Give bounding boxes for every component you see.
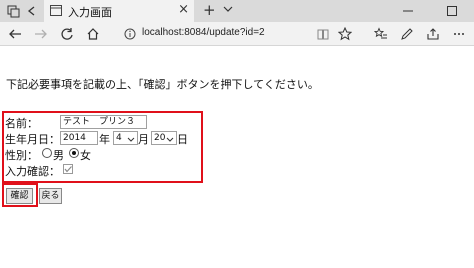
minimize-icon[interactable]	[386, 0, 430, 22]
name-field[interactable]: テスト プリン３	[60, 115, 147, 129]
confirm-button[interactable]: 確認	[6, 188, 33, 204]
title-bar: 入力画面 × +	[0, 0, 474, 22]
check-icon	[64, 166, 72, 173]
share-icon[interactable]	[424, 25, 442, 43]
gender-female-radio[interactable]	[69, 148, 79, 158]
instruction-text: 下記必要事項を記載の上、「確認」ボタンを押下してください。	[6, 78, 319, 91]
more-menu-icon[interactable]	[450, 25, 468, 43]
day-unit: 日	[177, 133, 188, 146]
gender-female-label: 女	[80, 149, 91, 162]
gender-label: 性別：	[5, 149, 38, 162]
info-icon[interactable]	[124, 28, 136, 43]
birthdate-label: 生年月日：	[5, 133, 60, 146]
confirm-checkbox[interactable]	[63, 164, 73, 174]
day-value: 20	[154, 133, 166, 143]
maximize-icon[interactable]	[430, 0, 474, 22]
page-icon	[50, 5, 62, 16]
home-icon[interactable]	[84, 25, 102, 43]
gender-male-label: 男	[53, 149, 64, 162]
name-label: 名前：	[5, 117, 38, 130]
back-button[interactable]: 戻る	[39, 188, 62, 204]
year-field[interactable]: 2014	[60, 131, 98, 145]
year-unit: 年	[99, 133, 110, 146]
web-note-pen-icon[interactable]	[398, 25, 416, 43]
month-value: 4	[116, 133, 122, 143]
address-url: localhost:8084/update?id=2	[142, 27, 265, 38]
chevron-down-icon[interactable]	[222, 3, 234, 18]
favorite-star-icon[interactable]	[336, 25, 354, 43]
month-unit: 月	[138, 133, 149, 146]
tab-title: 入力画面	[68, 6, 112, 19]
close-tab-icon[interactable]: ×	[178, 2, 189, 17]
favorites-list-icon[interactable]	[372, 25, 390, 43]
browser-toolbar: localhost:8084/update?id=2	[0, 22, 474, 46]
tab-input-screen[interactable]: 入力画面 ×	[44, 0, 194, 22]
reading-view-icon[interactable]	[314, 25, 332, 43]
tab-preview-icon[interactable]	[6, 3, 22, 19]
chevron-down-icon	[166, 135, 174, 147]
refresh-icon[interactable]	[58, 25, 76, 43]
confirm-label: 入力確認：	[5, 165, 60, 178]
chevron-down-icon	[127, 135, 135, 147]
month-select[interactable]: 4	[113, 131, 138, 145]
back-arrow-icon[interactable]	[6, 25, 24, 43]
day-select[interactable]: 20	[151, 131, 177, 145]
forward-arrow-icon[interactable]	[32, 25, 50, 43]
new-tab-icon[interactable]: +	[203, 1, 216, 19]
back-tabs-icon[interactable]	[24, 3, 40, 19]
gender-male-radio[interactable]	[42, 148, 52, 158]
